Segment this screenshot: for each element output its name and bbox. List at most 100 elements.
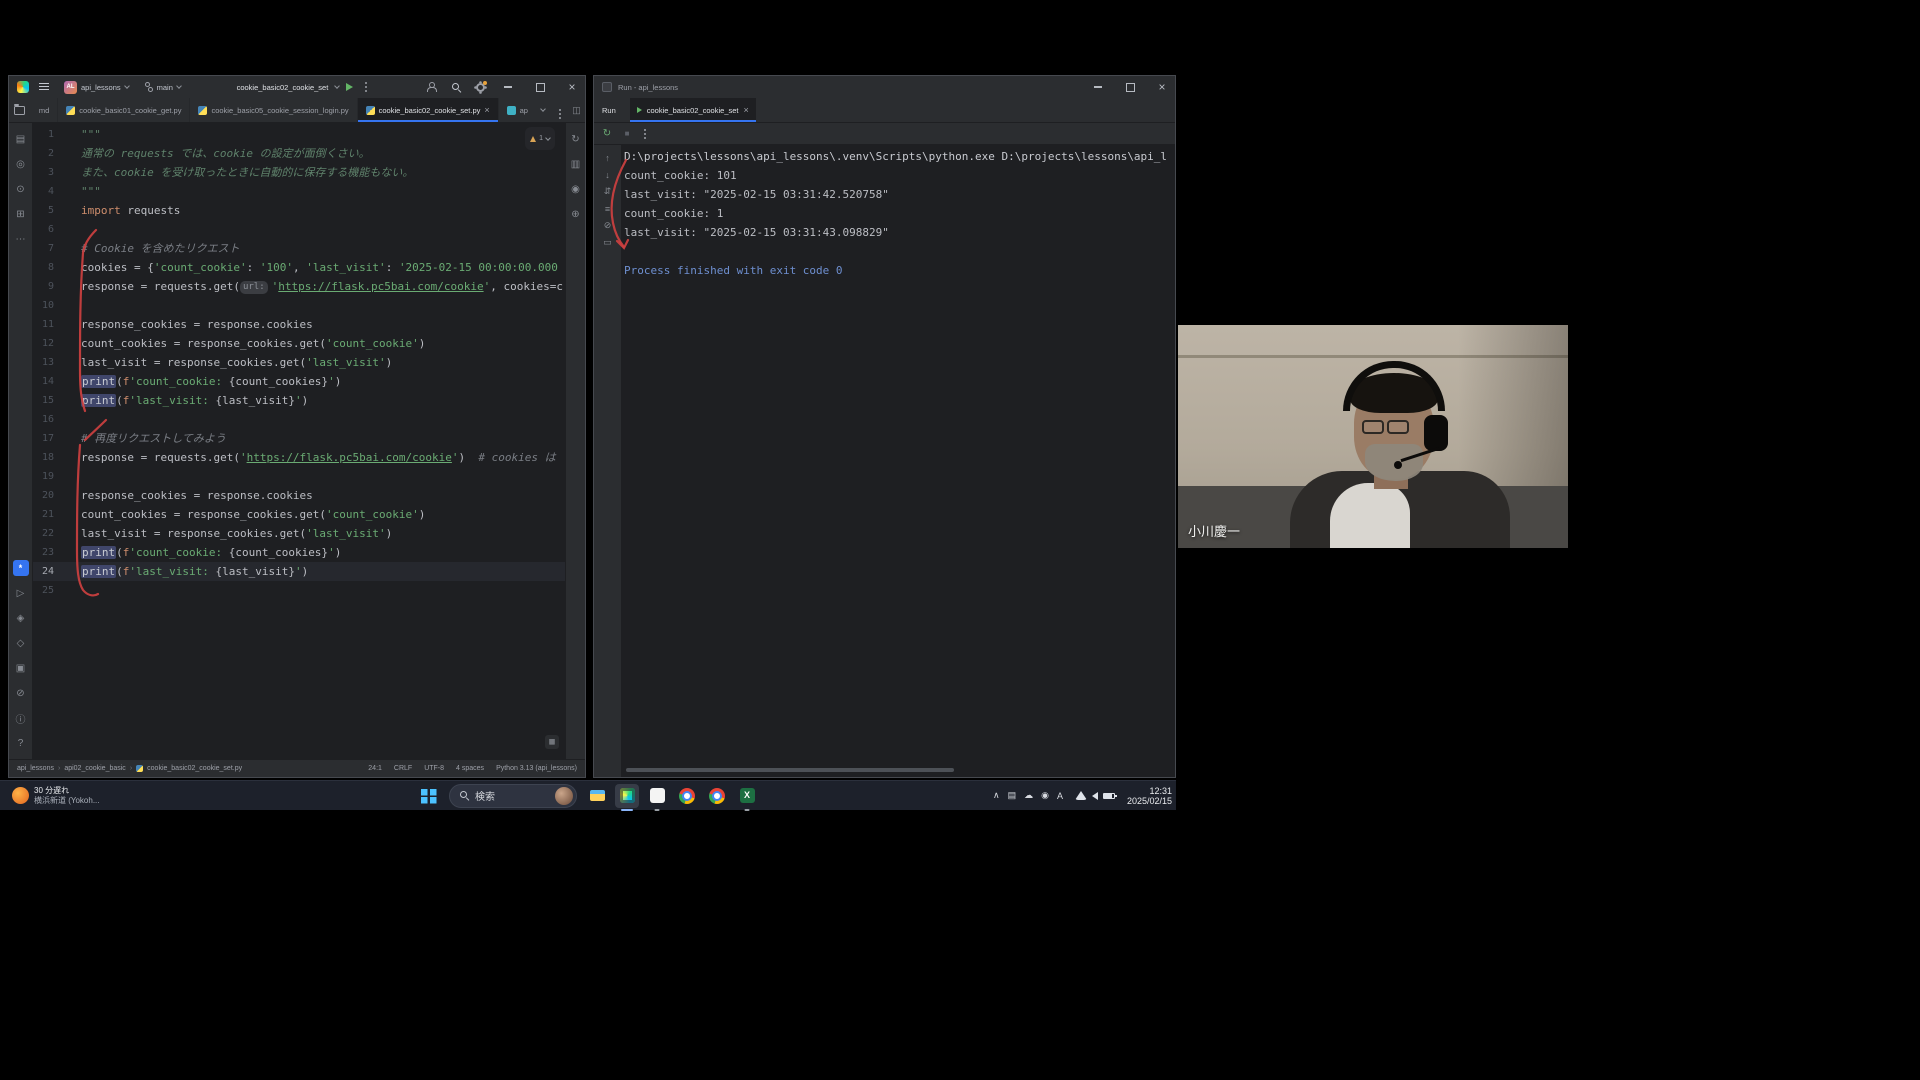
stop-button[interactable] [619, 126, 635, 142]
onedrive-icon[interactable]: ☁ [1024, 790, 1033, 801]
status-item[interactable]: 24:1 [368, 765, 382, 772]
code-line[interactable]: 10 [33, 296, 565, 315]
ai-assistant-icon[interactable]: ◉ [568, 181, 584, 197]
commit-tool-icon[interactable]: ⊙ [13, 181, 29, 197]
terminal-tool-icon[interactable]: ▣ [13, 660, 29, 676]
pycharm-app-icon[interactable] [615, 784, 639, 808]
ime-indicator[interactable]: A [1057, 791, 1063, 801]
code-line[interactable]: 2通常の requests では、cookie の設定が面倒くさい。 [33, 144, 565, 163]
code-line[interactable]: 13last_visit = response_cookies.get('las… [33, 353, 565, 372]
chrome-app-icon[interactable] [675, 784, 699, 808]
breadcrumb-item[interactable]: cookie_basic02_cookie_set.py [147, 765, 242, 772]
run-tab[interactable]: cookie_basic02_cookie_set [630, 98, 756, 122]
more-tools-icon[interactable]: ⋯ [13, 231, 29, 247]
code-line[interactable]: 4""" [33, 182, 565, 201]
code-line[interactable]: 5import requests [33, 201, 565, 220]
editor-tab-cookie_basic05_cookie_session_login.py[interactable]: cookie_basic05_cookie_session_login.py [190, 98, 357, 122]
start-button[interactable] [417, 784, 441, 808]
code-line[interactable]: 21count_cookies = response_cookies.get('… [33, 505, 565, 524]
up-stack-trace-icon[interactable]: ↑ [601, 151, 614, 164]
code-line[interactable]: 16 [33, 410, 565, 429]
split-editor-icon[interactable] [568, 98, 585, 122]
help-icon[interactable]: ? [13, 735, 29, 751]
code-line[interactable]: 8cookies = {'count_cookie': '100', 'last… [33, 258, 565, 277]
project-tool-icon[interactable]: ▤ [13, 131, 29, 147]
down-stack-trace-icon[interactable]: ↓ [601, 168, 614, 181]
network-cluster[interactable] [1072, 791, 1118, 800]
editor-tab-cookie_basic02_cookie_set.py[interactable]: cookie_basic02_cookie_set.py [358, 98, 499, 122]
project-widget[interactable]: AL api_lessons [59, 79, 134, 96]
sync-status-icon[interactable]: ↻ [568, 131, 584, 147]
code-line[interactable]: 6 [33, 220, 565, 239]
tray-widgets-icon[interactable]: ▤ [1008, 790, 1017, 801]
taskbar-search[interactable]: 検索 [449, 784, 577, 808]
run-close-button[interactable] [1149, 76, 1175, 98]
vcs-branch-widget[interactable]: main [140, 80, 186, 94]
dependencies-tool-icon[interactable]: ⊕ [568, 206, 584, 222]
explorer-app-icon[interactable] [585, 784, 609, 808]
run-options-button[interactable] [639, 127, 651, 141]
status-item[interactable]: UTF-8 [424, 765, 444, 772]
breadcrumb-item[interactable]: api02_cookie_basic [64, 765, 126, 772]
widgets-button[interactable]: 30 分遅れ 横浜新道 (Yokoh... [6, 781, 106, 810]
print-console-icon[interactable]: ⊘ [601, 219, 614, 232]
problems-tool-icon[interactable]: ⊘ [13, 685, 29, 701]
tab-close-icon[interactable] [484, 105, 489, 115]
run-tool-icon[interactable]: ▷ [13, 585, 29, 601]
project-view-button[interactable] [9, 98, 31, 122]
code-line[interactable]: 11response_cookies = response.cookies [33, 315, 565, 334]
code-line[interactable]: 25 [33, 581, 565, 600]
close-button[interactable] [559, 76, 585, 98]
code-line[interactable]: 23print(f'count_cookie: {count_cookies}'… [33, 543, 565, 562]
soft-wrap-icon[interactable]: ⇵ [601, 185, 614, 198]
run-tab-close-icon[interactable] [744, 105, 749, 115]
editor-tab-cookie_basic01_cookie_get.py[interactable]: cookie_basic01_cookie_get.py [58, 98, 190, 122]
notifications-icon[interactable]: ⓘ [13, 710, 29, 726]
code-line[interactable]: 18response = requests.get('https://flask… [33, 448, 565, 467]
code-with-me-button[interactable] [423, 78, 441, 96]
python-console-icon[interactable]: ◇ [13, 635, 29, 651]
code-line[interactable]: 7# Cookie を含めたリクエスト [33, 239, 565, 258]
editor-tab-ap[interactable]: ap [499, 98, 535, 122]
minimize-button[interactable] [495, 76, 521, 98]
run-configuration-widget[interactable]: cookie_basic02_cookie_set [237, 80, 373, 94]
editor-tab-md[interactable]: md [31, 98, 58, 122]
search-everywhere-button[interactable] [447, 78, 465, 96]
maximize-button[interactable] [527, 76, 553, 98]
excel-app-icon[interactable] [735, 784, 759, 808]
main-menu-button[interactable] [35, 78, 53, 96]
tab-list-button[interactable] [534, 98, 551, 122]
scroll-to-end-icon[interactable]: ≡ [601, 202, 614, 215]
code-line[interactable]: 22last_visit = response_cookies.get('las… [33, 524, 565, 543]
run-minimize-button[interactable] [1085, 76, 1111, 98]
code-line[interactable]: 24print(f'last_visit: {last_visit}') [33, 562, 565, 581]
recorder-app-icon[interactable] [645, 784, 669, 808]
mic-icon[interactable]: ◉ [1041, 790, 1049, 801]
code-editor[interactable]: 1"""2通常の requests では、cookie の設定が面倒くさい。3ま… [33, 123, 565, 759]
editor-floating-toolbar-icon[interactable] [545, 735, 559, 749]
status-item[interactable]: CRLF [394, 765, 412, 772]
code-line[interactable]: 17# 再度リクエストしてみよう [33, 429, 565, 448]
search-tool-icon[interactable]: ◎ [13, 156, 29, 172]
run-button[interactable] [346, 83, 353, 91]
structure-tool-icon[interactable]: ⊞ [13, 206, 29, 222]
status-item[interactable]: Python 3.13 (api_lessons) [496, 765, 577, 772]
settings-sync-icon[interactable]: * [13, 560, 29, 576]
rerun-button[interactable] [599, 126, 615, 142]
status-item[interactable]: 4 spaces [456, 765, 484, 772]
chrome-profile2-app-icon[interactable] [705, 784, 729, 808]
settings-button[interactable] [471, 78, 489, 96]
breadcrumb-item[interactable]: api_lessons [17, 765, 54, 772]
code-line[interactable]: 1""" [33, 125, 565, 144]
code-line[interactable]: 14print(f'count_cookie: {count_cookies}'… [33, 372, 565, 391]
taskbar-clock[interactable]: 12:31 2025/02/15 [1127, 786, 1172, 806]
code-line[interactable]: 12count_cookies = response_cookies.get('… [33, 334, 565, 353]
clear-console-icon[interactable]: ▭ [601, 236, 614, 249]
tray-chevron-icon[interactable]: ∧ [993, 790, 1000, 801]
code-line[interactable]: 9response = requests.get(url:'https://fl… [33, 277, 565, 296]
code-line[interactable]: 19 [33, 467, 565, 486]
code-line[interactable]: 15print(f'last_visit: {last_visit}') [33, 391, 565, 410]
code-line[interactable]: 3また、cookie を受け取ったときに自動的に保存する機能もない。 [33, 163, 565, 182]
tab-options-button[interactable] [551, 98, 568, 122]
code-line[interactable]: 20response_cookies = response.cookies [33, 486, 565, 505]
